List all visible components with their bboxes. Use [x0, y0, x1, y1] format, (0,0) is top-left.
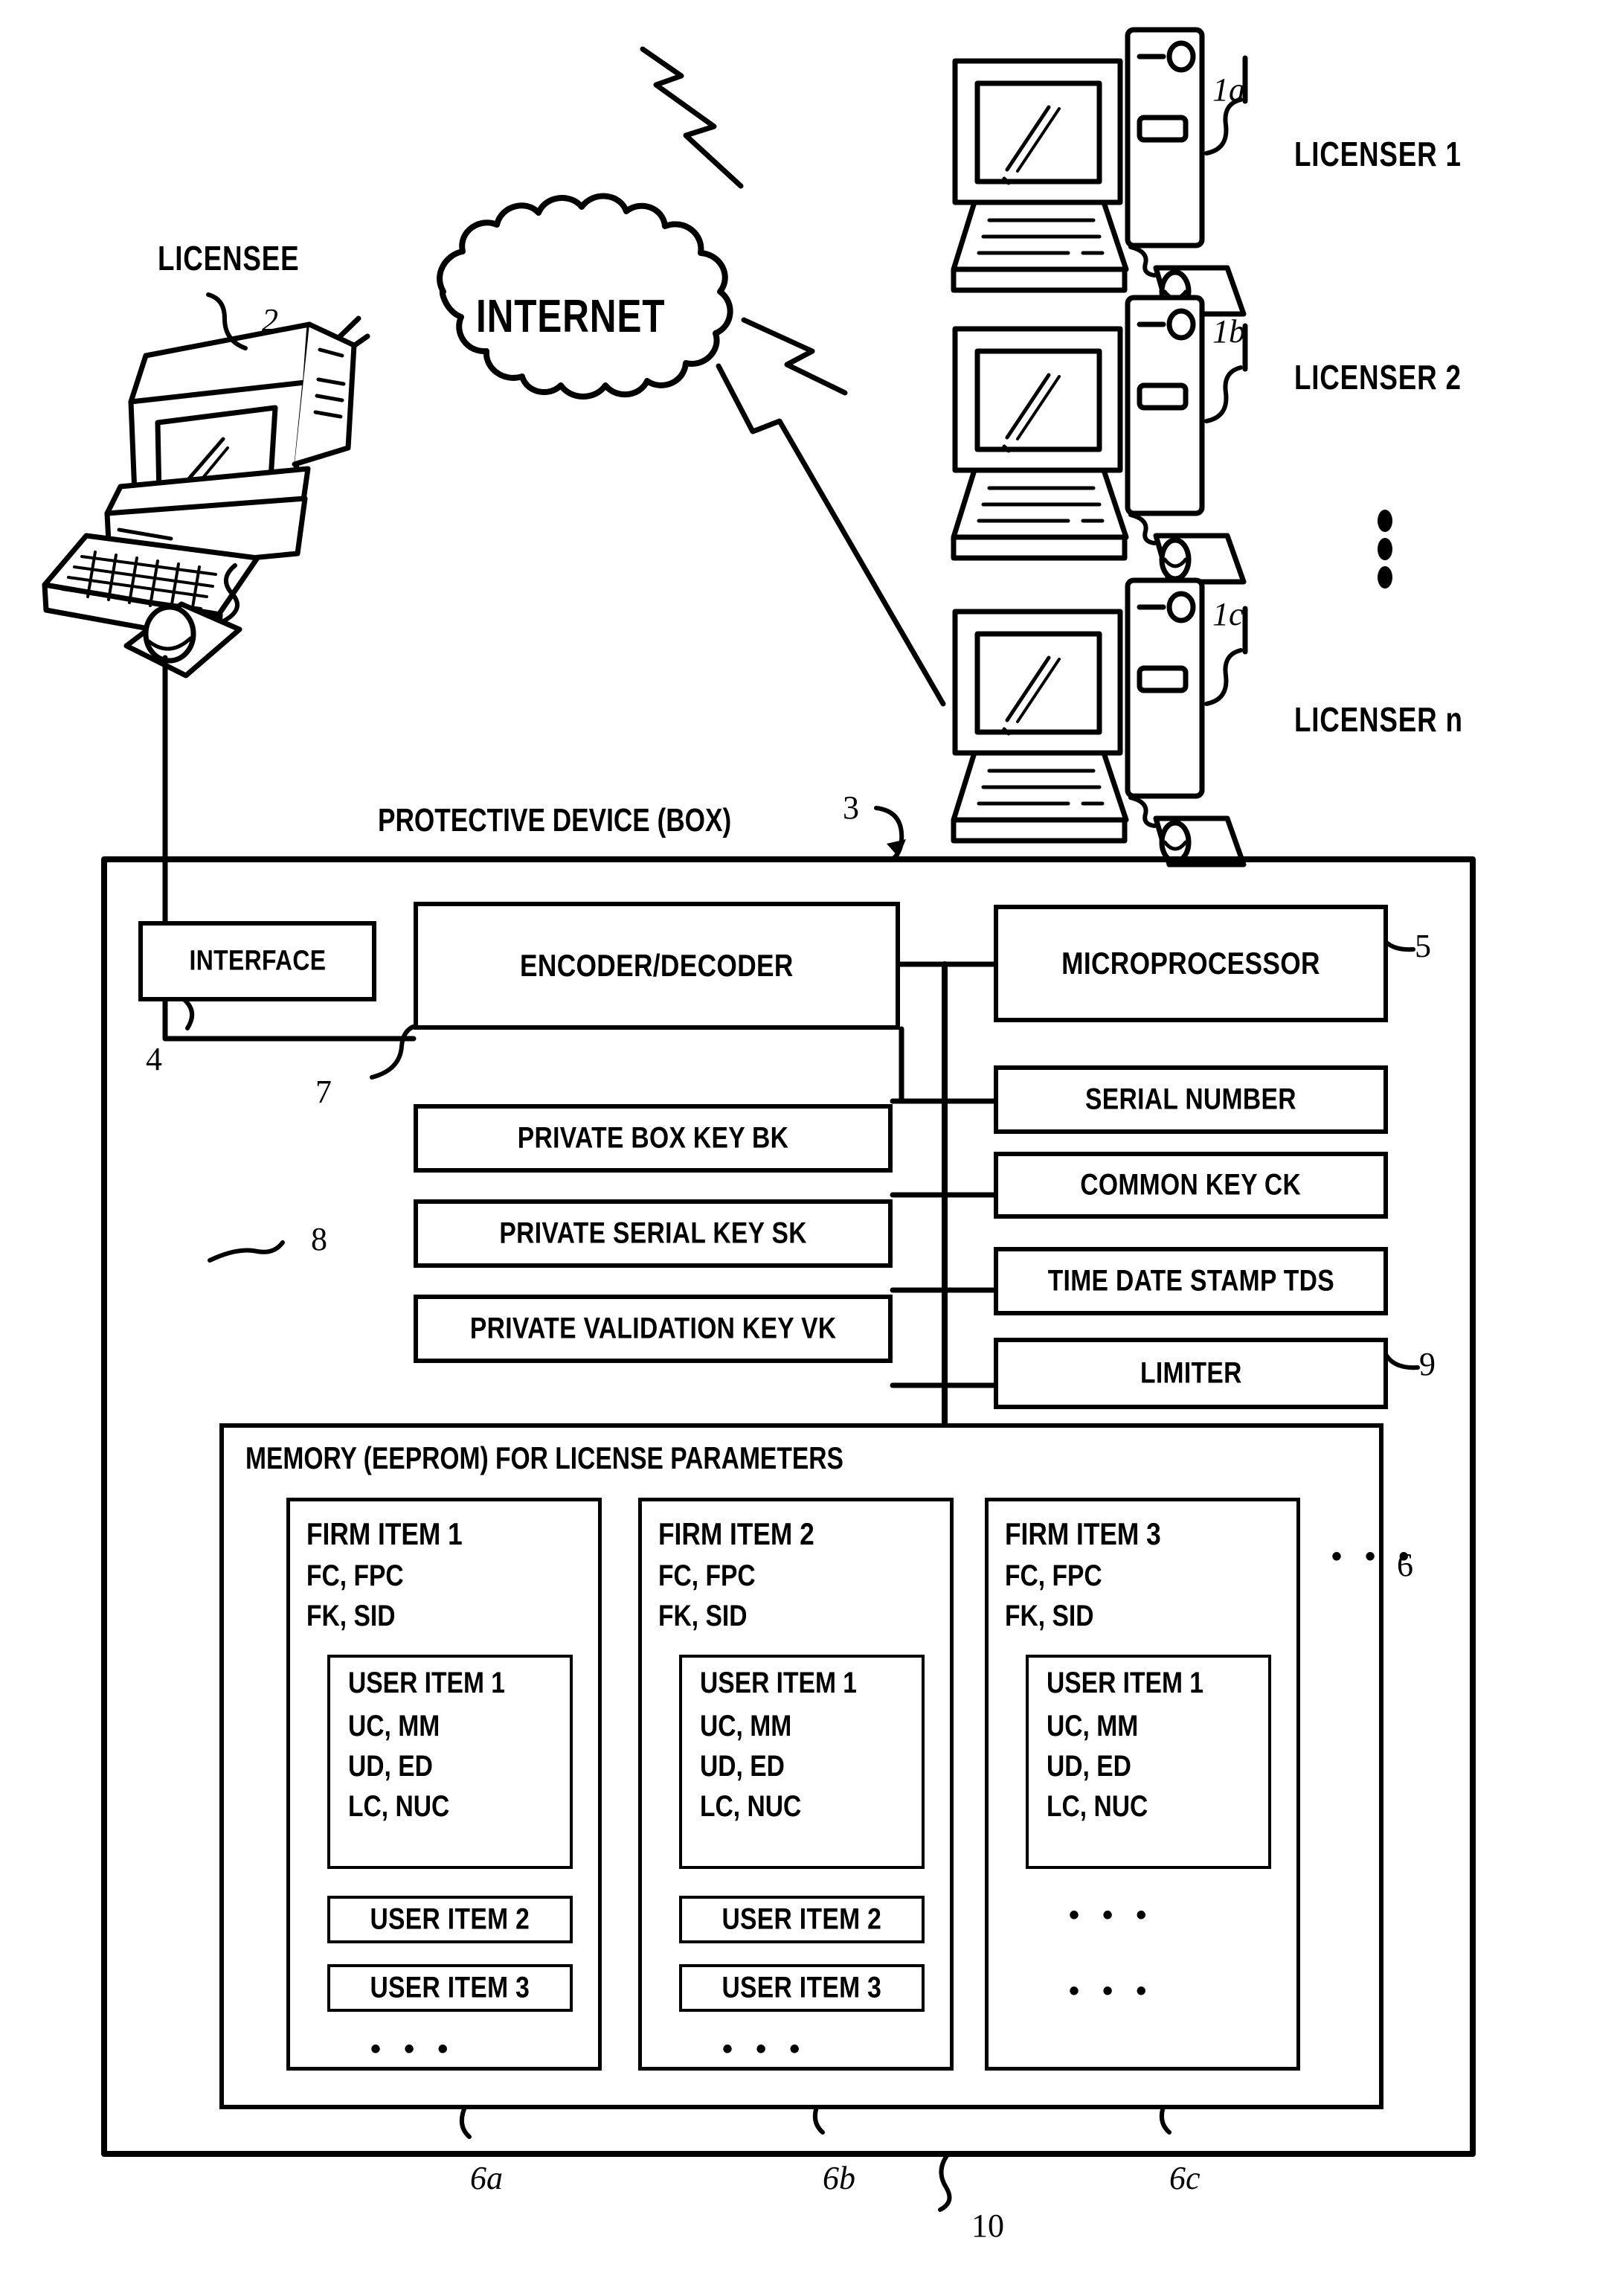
- ref-9: 9: [1419, 1346, 1436, 1382]
- firm-item-2-user-item-1-title: USER ITEM 1: [700, 1667, 857, 1699]
- firm-item-2-title: FIRM ITEM 2: [658, 1516, 814, 1551]
- licenser-1-label: LICENSER 1: [1294, 135, 1462, 173]
- firm-item-3-user-item-1-title: USER ITEM 1: [1047, 1667, 1203, 1699]
- firm-item-3-user-item-1-line-1: UC, MM: [1047, 1710, 1139, 1742]
- memory-caption: MEMORY (EEPROM) FOR LICENSE PARAMETERS: [245, 1440, 843, 1475]
- private-validation-key-label: PRIVATE VALIDATION KEY VK: [469, 1312, 837, 1345]
- firm-item-3-line-2: FK, SID: [1005, 1600, 1094, 1632]
- ref-6c: 6c: [1169, 2160, 1201, 2196]
- microprocessor-label: MICROPROCESSOR: [1061, 946, 1320, 981]
- interface-label: INTERFACE: [189, 945, 326, 977]
- encoder-decoder-block[interactable]: ENCODER/DECODER: [414, 902, 900, 1030]
- firm-item-3-user-item-1-line-3: LC, NUC: [1047, 1790, 1148, 1823]
- time-date-stamp-label: TIME DATE STAMP TDS: [1047, 1264, 1334, 1298]
- ref-6a: 6a: [470, 2160, 503, 2196]
- protective-device-caption: PROTECTIVE DEVICE (BOX): [378, 802, 732, 838]
- licenser-n-label: LICENSER n: [1294, 700, 1463, 739]
- firm-item-2-user-item-1-line-1: UC, MM: [700, 1710, 792, 1742]
- serial-number-block[interactable]: SERIAL NUMBER: [994, 1065, 1388, 1134]
- limiter-label: LIMITER: [1140, 1356, 1242, 1390]
- firm-item-1-line-2: FK, SID: [306, 1600, 396, 1632]
- time-date-stamp-block[interactable]: TIME DATE STAMP TDS: [994, 1247, 1388, 1315]
- firm-item-1-user-item-3-block[interactable]: USER ITEM 3: [327, 1964, 573, 2012]
- ref-4: 4: [146, 1041, 162, 1077]
- firm-item-1-user-item-1-title: USER ITEM 1: [348, 1667, 505, 1699]
- ref-10: 10: [971, 2207, 1004, 2244]
- ref-1a: 1a: [1212, 71, 1245, 108]
- firm-item-3-line-1: FC, FPC: [1005, 1559, 1102, 1592]
- firm-item-3-ellipsis-2: • • •: [1069, 1975, 1154, 2007]
- ref-5: 5: [1415, 928, 1431, 964]
- firm-item-2-line-1: FC, FPC: [658, 1559, 756, 1592]
- firm-item-2-user-item-2-label: USER ITEM 2: [721, 1902, 882, 1936]
- common-key-block[interactable]: COMMON KEY CK: [994, 1152, 1388, 1219]
- firm-item-2-line-2: FK, SID: [658, 1600, 748, 1632]
- memory-ellipsis: • • •: [1331, 1540, 1417, 1573]
- firm-item-1-user-item-1-line-3: LC, NUC: [348, 1790, 450, 1823]
- private-serial-key-block[interactable]: PRIVATE SERIAL KEY SK: [414, 1199, 893, 1268]
- ref-2: 2: [262, 302, 278, 339]
- ref-1b: 1b: [1212, 313, 1245, 350]
- licenser-2-label: LICENSER 2: [1294, 358, 1462, 397]
- firm-item-1-line-1: FC, FPC: [306, 1559, 404, 1592]
- ref-1c: 1c: [1212, 596, 1244, 632]
- firm-item-2-user-item-3-label: USER ITEM 3: [721, 1971, 882, 2004]
- serial-number-label: SERIAL NUMBER: [1085, 1083, 1296, 1116]
- firm-item-1-user-item-2-block[interactable]: USER ITEM 2: [327, 1896, 573, 1943]
- firm-item-2-user-item-1-line-2: UD, ED: [700, 1750, 785, 1783]
- ref-7: 7: [315, 1074, 332, 1110]
- patent-figure: INTERNET LICENSEE 2 LICENSER 1 1a LICENS…: [0, 0, 1623, 2296]
- ref-3: 3: [843, 789, 859, 826]
- common-key-label: COMMON KEY CK: [1080, 1168, 1302, 1202]
- licensee-label: LICENSEE: [158, 239, 300, 278]
- firm-item-1-user-item-1-line-2: UD, ED: [348, 1750, 433, 1783]
- firm-item-1-tail-ellipsis: • • •: [370, 2033, 456, 2065]
- firm-item-3-title: FIRM ITEM 3: [1005, 1516, 1161, 1551]
- encoder-decoder-label: ENCODER/DECODER: [520, 948, 794, 983]
- interface-block[interactable]: INTERFACE: [138, 921, 376, 1001]
- firm-item-1-title: FIRM ITEM 1: [306, 1516, 463, 1551]
- private-box-key-label: PRIVATE BOX KEY BK: [517, 1121, 789, 1155]
- firm-item-2-tail-ellipsis: • • •: [722, 2033, 808, 2065]
- private-box-key-block[interactable]: PRIVATE BOX KEY BK: [414, 1104, 893, 1173]
- firm-item-3-user-item-1-line-2: UD, ED: [1047, 1750, 1131, 1783]
- firm-item-1-user-item-1-line-1: UC, MM: [348, 1710, 440, 1742]
- firm-item-2-user-item-2-block[interactable]: USER ITEM 2: [679, 1896, 925, 1943]
- private-serial-key-label: PRIVATE SERIAL KEY SK: [499, 1216, 807, 1250]
- firm-item-3-ellipsis-1: • • •: [1069, 1899, 1154, 1931]
- ref-6b: 6b: [823, 2160, 855, 2196]
- internet-cloud-label: INTERNET: [476, 291, 666, 342]
- firm-item-1-user-item-2-label: USER ITEM 2: [370, 1902, 530, 1936]
- limiter-block[interactable]: LIMITER: [994, 1338, 1388, 1409]
- private-validation-key-block[interactable]: PRIVATE VALIDATION KEY VK: [414, 1295, 893, 1363]
- microprocessor-block[interactable]: MICROPROCESSOR: [994, 905, 1388, 1022]
- firm-item-2-user-item-1-line-3: LC, NUC: [700, 1790, 802, 1823]
- firm-item-2-user-item-3-block[interactable]: USER ITEM 3: [679, 1964, 925, 2012]
- ref-8: 8: [311, 1221, 327, 1257]
- firm-item-1-user-item-3-label: USER ITEM 3: [370, 1971, 530, 2004]
